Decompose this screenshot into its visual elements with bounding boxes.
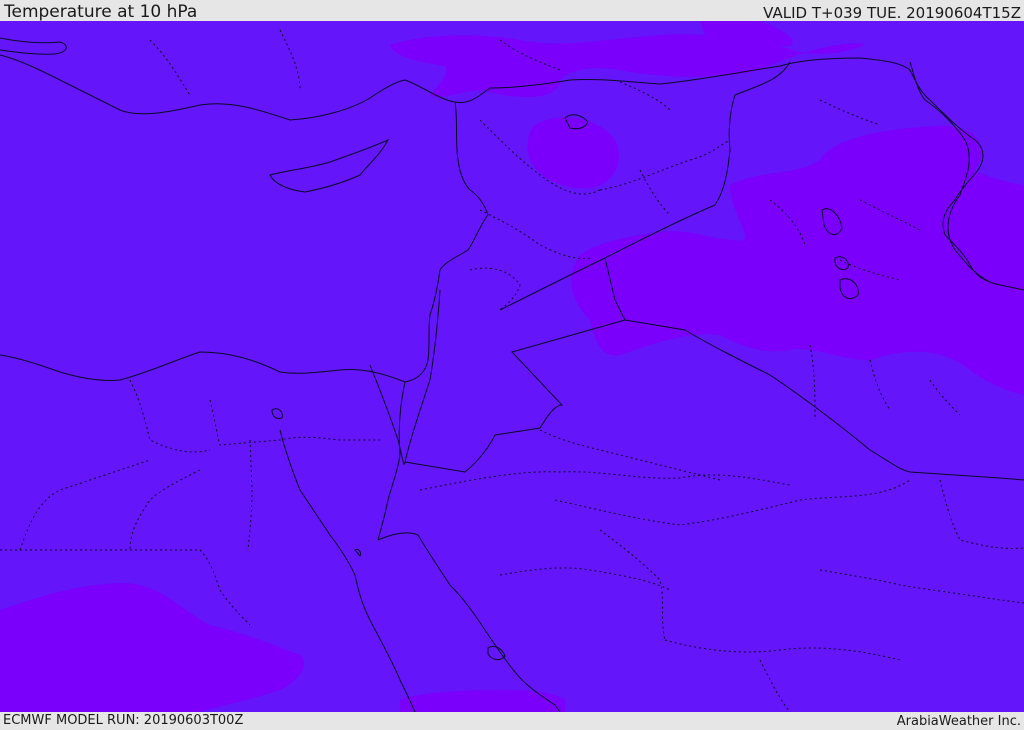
map-footer: ECMWF MODEL RUN: 20190603T00Z ArabiaWeat… [0,712,1024,729]
contour-syria-interior [527,117,619,189]
map-header: Temperature at 10 hPa VALID T+039 TUE. 2… [0,0,1024,21]
contour-sw-egypt [0,582,304,712]
coastline-levant [404,101,489,383]
islands [271,408,506,661]
map-title: Temperature at 10 hPa [4,2,198,22]
model-run: ECMWF MODEL RUN: 20190603T00Z [3,713,244,728]
contour-iraq [571,125,1024,395]
weather-map[interactable] [0,21,1024,712]
contour-red-sea [400,690,565,712]
coastline-arabia-west [377,532,561,712]
credit-label: ArabiaWeather Inc. [896,714,1021,729]
coastline-crete [0,37,67,55]
border-israel-jordan [404,289,441,463]
coastline-cyprus [269,138,390,193]
contour-north-turkey [390,34,865,97]
valid-time: VALID T+039 TUE. 20190604T15Z [763,4,1021,22]
coastline-egypt-north [0,351,406,383]
coastline-sinai-east [377,381,406,541]
warm-contour-regions [0,21,1024,712]
border-jordan-saudi [404,319,626,473]
